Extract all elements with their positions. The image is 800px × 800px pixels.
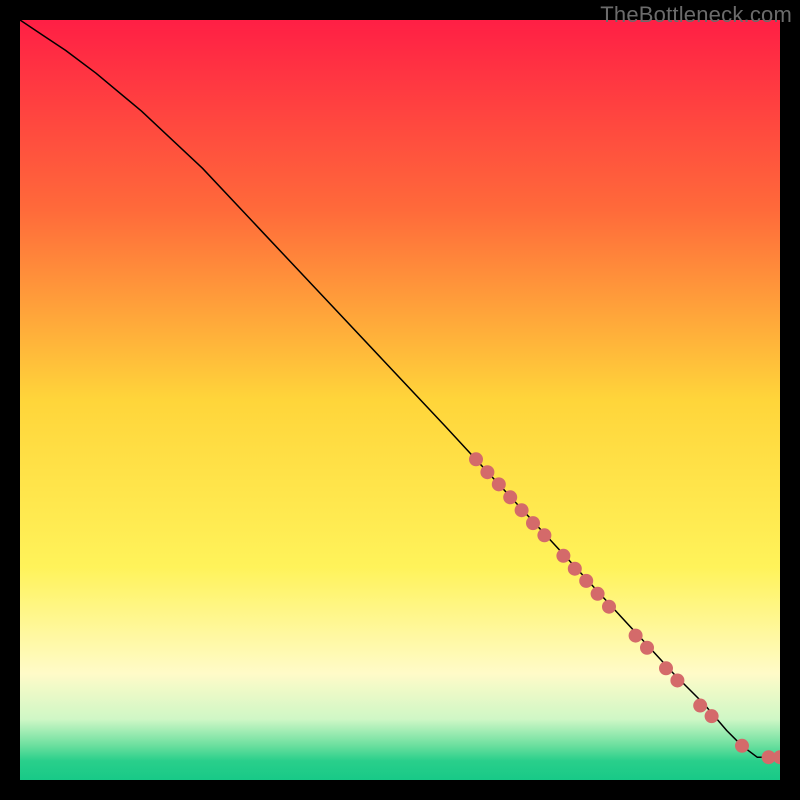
- chart-frame: TheBottleneck.com: [0, 0, 800, 800]
- point-highlight-points: [579, 574, 593, 588]
- point-highlight-points: [629, 629, 643, 643]
- point-highlight-points: [480, 465, 494, 479]
- point-highlight-points: [659, 661, 673, 675]
- point-highlight-points: [670, 673, 684, 687]
- point-highlight-points: [526, 516, 540, 530]
- chart-svg: [20, 20, 780, 780]
- point-highlight-points: [556, 549, 570, 563]
- point-highlight-points: [693, 699, 707, 713]
- point-highlight-points: [469, 452, 483, 466]
- point-highlight-points: [492, 477, 506, 491]
- watermark-text: TheBottleneck.com: [600, 2, 792, 28]
- point-highlight-points: [735, 739, 749, 753]
- point-highlight-points: [537, 528, 551, 542]
- point-highlight-points: [591, 587, 605, 601]
- point-highlight-points: [602, 600, 616, 614]
- point-highlight-points: [503, 490, 517, 504]
- point-highlight-points: [640, 641, 654, 655]
- point-highlight-points: [515, 503, 529, 517]
- point-highlight-points: [705, 709, 719, 723]
- point-highlight-points: [568, 562, 582, 576]
